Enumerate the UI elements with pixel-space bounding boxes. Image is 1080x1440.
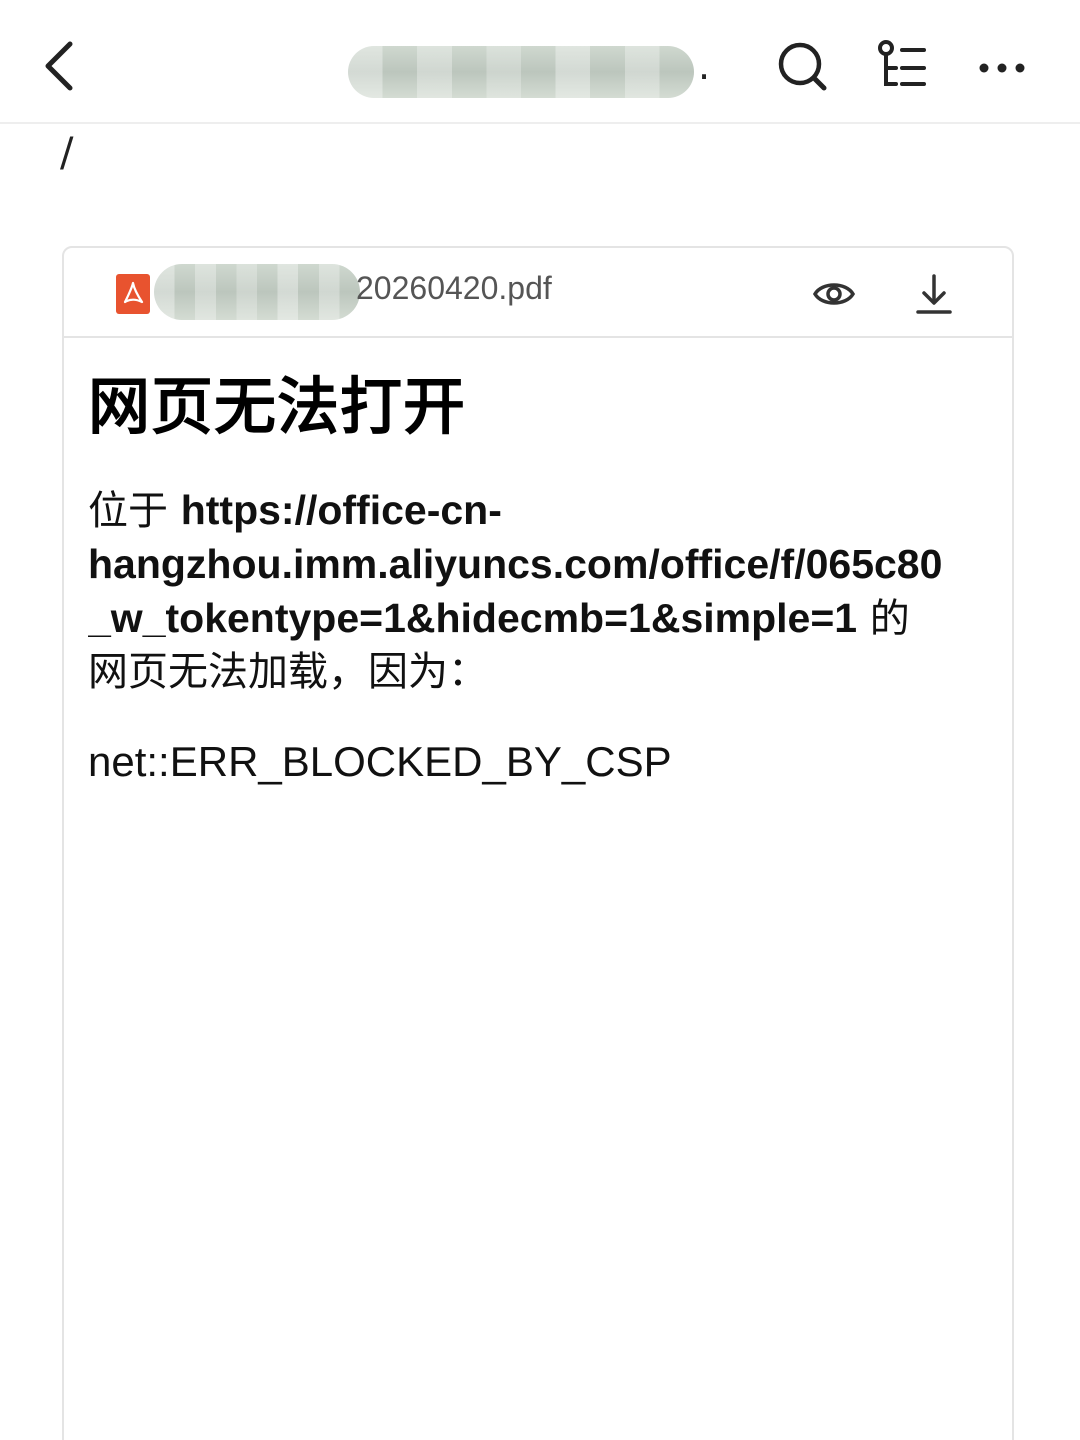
error-heading: 网页无法打开 <box>88 370 467 443</box>
blocked-url-part-1: https://office-cn- <box>180 487 502 533</box>
error-line-3: _w_tokentype=1&hidecmb=1&simple=1 的 <box>88 592 1012 646</box>
document-title: . <box>348 40 718 100</box>
preview-eye-icon <box>812 283 856 305</box>
preview-button[interactable] <box>812 274 856 314</box>
attachment-card: 20260420.pdf 网页无法打开 位于 https://office-cn… <box>62 246 1014 1440</box>
blocked-url-part-2: hangzhou.imm.aliyuncs.com/office/f/065c8… <box>88 541 943 587</box>
toc-icon <box>878 40 926 86</box>
outline-button[interactable] <box>872 36 932 96</box>
embedded-preview-frame: 网页无法打开 位于 https://office-cn- hangzhou.im… <box>88 348 1012 1440</box>
blocked-url-part-3: _w_tokentype=1&hidecmb=1&simple=1 <box>88 595 858 641</box>
search-button[interactable] <box>772 36 832 96</box>
filename-redaction-blur <box>154 264 360 320</box>
title-visible-suffix: . <box>698 44 711 88</box>
path-separator-text: / <box>60 130 74 176</box>
more-options-button[interactable] <box>972 36 1032 96</box>
error-line-1: 位于 https://office-cn- <box>88 484 1012 538</box>
download-icon <box>916 274 952 314</box>
download-button[interactable] <box>914 272 954 316</box>
title-redaction-blur <box>348 46 694 98</box>
back-icon <box>45 41 73 91</box>
error-code: net::ERR_BLOCKED_BY_CSP <box>88 738 672 785</box>
document-viewer-page: . / 20260420.pdf 网页无法打开 位于 https://offic… <box>0 0 1080 1440</box>
top-app-bar: . <box>0 0 1080 124</box>
search-icon <box>778 42 827 91</box>
error-message: 位于 https://office-cn- hangzhou.imm.aliyu… <box>88 484 1012 699</box>
pdf-icon <box>116 274 150 314</box>
attachment-header: 20260420.pdf <box>64 248 1012 338</box>
back-button[interactable] <box>34 34 94 98</box>
error-line-2: hangzhou.imm.aliyuncs.com/office/f/065c8… <box>88 538 1012 592</box>
location-suffix: 的 <box>869 596 910 642</box>
location-prefix: 位于 <box>88 488 168 534</box>
error-reason: 网页无法加载，因为： <box>88 649 488 695</box>
more-icon <box>979 63 1025 73</box>
attachment-filename[interactable]: 20260420.pdf <box>356 270 552 307</box>
